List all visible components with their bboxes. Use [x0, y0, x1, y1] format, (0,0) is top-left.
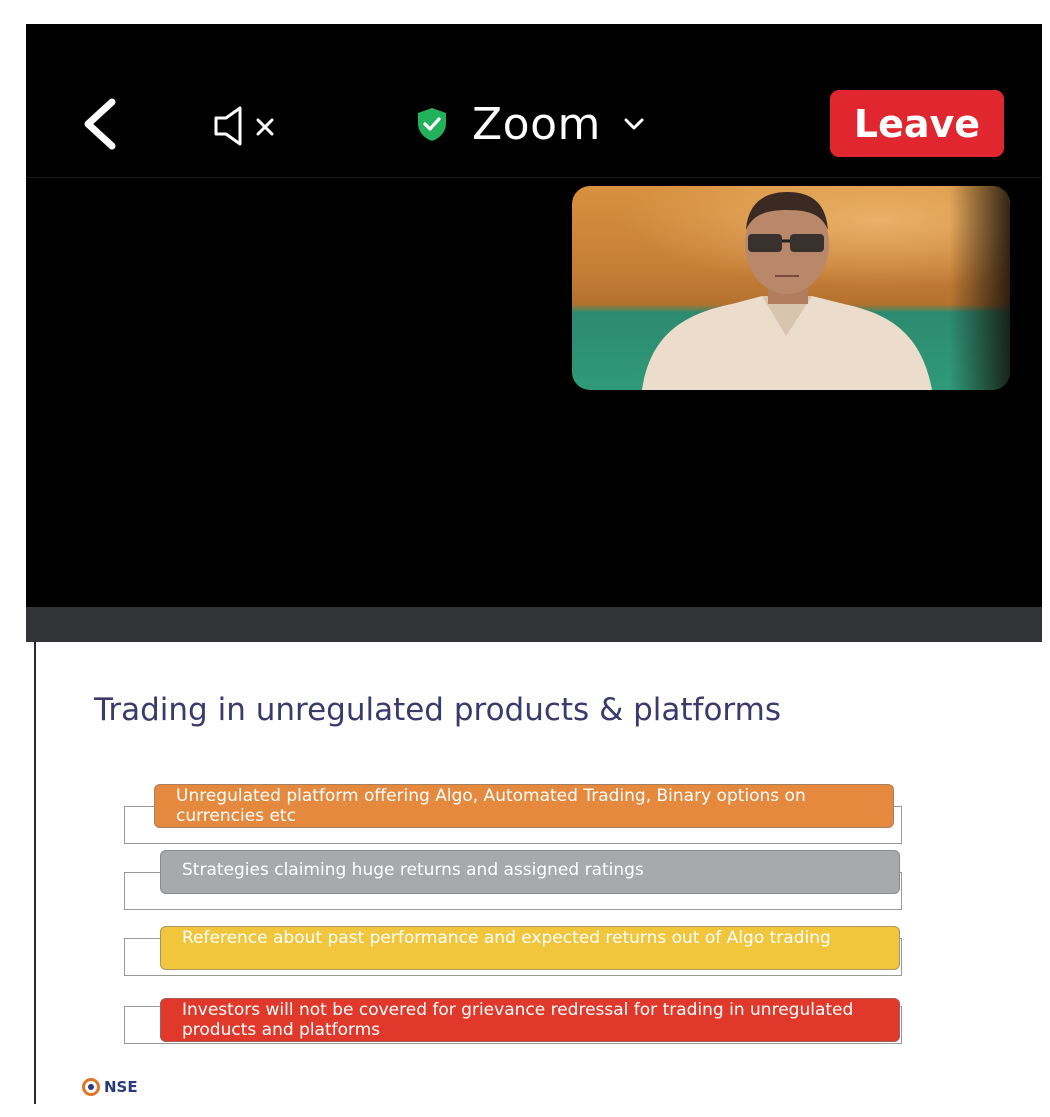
speaker-muted-icon [214, 106, 274, 146]
slide-item-1: Unregulated platform offering Algo, Auto… [154, 784, 894, 828]
nse-logo-icon [82, 1078, 100, 1096]
encryption-shield-icon [418, 108, 446, 141]
slide-item-4: Investors will not be covered for grieva… [160, 998, 900, 1042]
slide-item-text: Investors will not be covered for grieva… [182, 1000, 854, 1040]
slide-item-3: Reference about past performance and exp… [160, 926, 900, 970]
back-button[interactable] [78, 96, 128, 152]
meeting-title: Zoom [472, 98, 601, 150]
speaker-mute-button[interactable] [212, 104, 282, 148]
slide-item-text: Unregulated platform offering Algo, Auto… [176, 786, 806, 826]
leave-button[interactable]: Leave [830, 90, 1004, 157]
nse-logo-text: NSE [104, 1078, 138, 1096]
slide-title: Trading in unregulated products & platfo… [94, 692, 781, 728]
meeting-toolbar: Zoom Leave [26, 24, 1042, 177]
chevron-down-icon [624, 118, 644, 130]
nse-logo: NSE [82, 1078, 138, 1096]
shared-slide: Trading in unregulated products & platfo… [34, 642, 1042, 1104]
slide-item-text: Strategies claiming huge returns and ass… [182, 860, 644, 880]
video-shadow [950, 186, 1010, 390]
slide-item-2: Strategies claiming huge returns and ass… [160, 850, 900, 894]
participant-video-tile[interactable] [572, 186, 1010, 390]
screenshot-frame: Zoom Leave Trading in unregulated produc… [26, 24, 1042, 1104]
participant-video-icon [642, 192, 932, 390]
back-arrow-icon [84, 98, 116, 150]
share-divider-bar [26, 607, 1042, 642]
meeting-title-dropdown[interactable]: Zoom [414, 94, 645, 154]
slide-item-text: Reference about past performance and exp… [182, 928, 831, 948]
